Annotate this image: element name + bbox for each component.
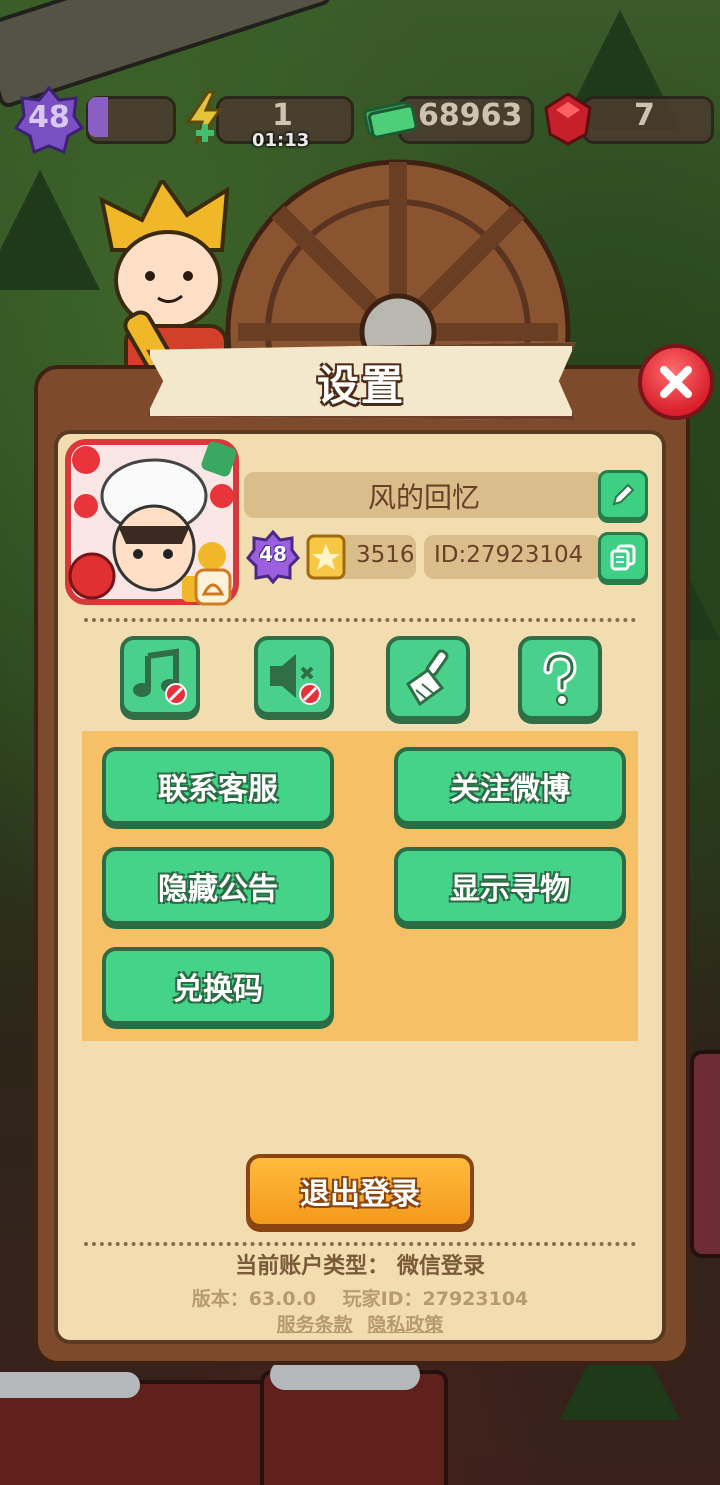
card-count: 3516 — [356, 542, 415, 568]
help-button[interactable] — [518, 636, 602, 720]
pencil-icon — [612, 483, 635, 506]
contact-support-button[interactable]: 联系客服 — [102, 747, 334, 825]
sound-off-icon — [270, 654, 321, 705]
show-finder-button[interactable]: 显示寻物 — [394, 847, 626, 925]
version-text: 版本：63.0.0 — [191, 1288, 317, 1310]
profile-level: 48 — [259, 542, 287, 566]
close-button[interactable] — [638, 344, 714, 420]
player-name: 风的回忆 — [367, 481, 480, 514]
ruby-icon — [544, 92, 592, 146]
star-card-icon — [306, 534, 346, 580]
divider — [84, 1242, 636, 1246]
close-icon — [660, 366, 692, 398]
broom-icon — [405, 649, 449, 707]
redeem-code-button[interactable]: 兑换码 — [102, 947, 334, 1025]
xp-bar-fill — [88, 97, 108, 137]
terms-link[interactable]: 服务条款 — [277, 1314, 353, 1336]
version-line: 版本：63.0.0 玩家ID：27923104 — [54, 1284, 666, 1311]
legal-links: 服务条款 隐私政策 — [54, 1310, 666, 1337]
bg-tree — [0, 170, 100, 290]
privacy-link[interactable]: 隐私政策 — [367, 1314, 443, 1336]
bg-house-roof — [690, 1050, 720, 1258]
music-toggle-button[interactable] — [120, 636, 200, 716]
divider — [84, 618, 636, 622]
edit-name-button[interactable] — [598, 470, 648, 520]
hud-energy: 1 — [272, 98, 293, 133]
hide-announcement-button[interactable]: 隐藏公告 — [102, 847, 334, 925]
account-type: 当前账户类型： 微信登录 — [235, 1254, 485, 1279]
plus-icon[interactable] — [196, 124, 214, 142]
cash-icon — [363, 101, 418, 139]
question-icon — [543, 651, 577, 706]
logout-button[interactable]: 退出登录 — [246, 1154, 474, 1228]
hud-gems: 7 — [634, 98, 655, 133]
player-avatar[interactable] — [62, 436, 242, 608]
copy-id-button[interactable] — [598, 532, 648, 582]
settings-title: 设置 — [316, 361, 405, 410]
player-id-text: 玩家ID：27923104 — [342, 1288, 529, 1310]
player-id: ID:27923104 — [434, 542, 584, 568]
hud-level: 48 — [28, 100, 70, 135]
music-off-icon — [133, 648, 187, 705]
bg-snow — [0, 1372, 140, 1398]
follow-weibo-button[interactable]: 关注微博 — [394, 747, 626, 825]
copy-icon — [610, 544, 636, 571]
sound-toggle-button[interactable] — [254, 636, 334, 716]
clear-cache-button[interactable] — [386, 636, 470, 720]
hud-cash: 68963 — [418, 98, 523, 133]
